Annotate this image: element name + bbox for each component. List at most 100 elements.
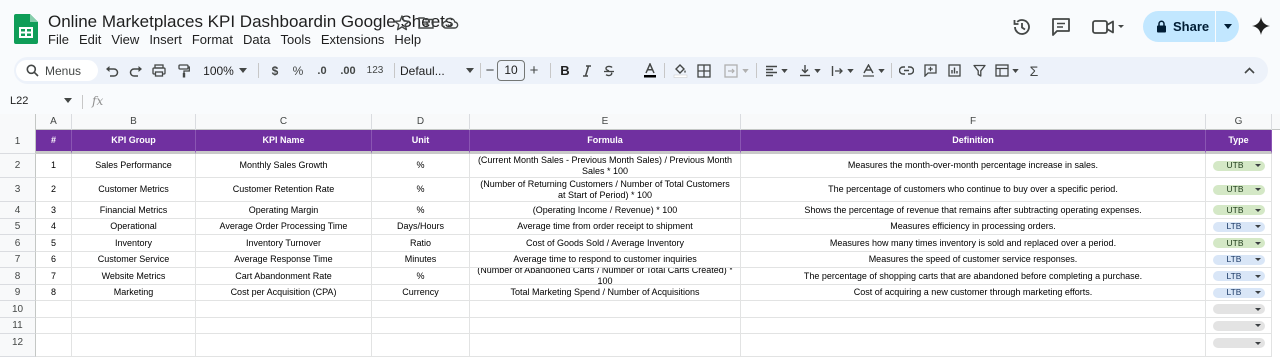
cell-kpi-name[interactable]: Cost per Acquisition (CPA) (196, 285, 372, 301)
cell-kpi-group[interactable]: Marketing (72, 285, 196, 301)
horizontal-align-button[interactable] (762, 57, 790, 84)
type-dropdown-chip[interactable]: LTB (1212, 271, 1265, 281)
header-cell-type[interactable]: Type (1206, 130, 1272, 154)
cell-kpi-group[interactable]: Financial Metrics (72, 202, 196, 219)
empty-cell[interactable] (741, 318, 1206, 334)
empty-cell[interactable] (36, 334, 72, 357)
strikethrough-button[interactable] (600, 57, 618, 84)
filter-views-button[interactable] (992, 57, 1022, 84)
cell-formula[interactable]: (Current Month Sales - Previous Month Sa… (470, 154, 741, 178)
empty-cell[interactable] (372, 334, 470, 357)
currency-format-button[interactable]: $ (266, 57, 284, 84)
cloud-saved-icon[interactable] (441, 14, 459, 32)
menu-file[interactable]: File (48, 32, 74, 48)
cell-definition[interactable]: Measures how many times inventory is sol… (741, 235, 1206, 252)
empty-cell[interactable] (72, 318, 196, 334)
type-dropdown-chip[interactable] (1212, 338, 1265, 348)
share-options-button[interactable] (1216, 11, 1239, 42)
vertical-align-button[interactable] (796, 57, 824, 84)
row-header[interactable]: 2 (0, 154, 36, 178)
type-dropdown-chip[interactable]: UTB (1212, 184, 1265, 195)
italic-button[interactable] (578, 57, 596, 84)
cell-kpi-name[interactable]: Customer Retention Rate (196, 178, 372, 202)
cell-formula[interactable]: (Number of Abandoned Carts / Number of T… (470, 268, 741, 285)
type-dropdown-chip[interactable]: UTB (1212, 160, 1265, 171)
empty-cell[interactable] (741, 334, 1206, 357)
empty-cell[interactable] (196, 301, 372, 318)
cell-kpi-group[interactable]: Inventory (72, 235, 196, 252)
cell-definition[interactable]: Measures the month-over-month percentage… (741, 154, 1206, 178)
empty-cell[interactable] (72, 301, 196, 318)
row-header[interactable]: 5 (0, 219, 36, 235)
text-color-button[interactable] (640, 57, 660, 84)
print-button[interactable] (149, 57, 169, 84)
gemini-sparkle-icon[interactable] (1251, 16, 1271, 36)
empty-cell[interactable] (470, 318, 741, 334)
row-header[interactable]: 8 (0, 268, 36, 285)
type-dropdown-chip[interactable]: UTB (1212, 205, 1265, 215)
increase-font-size-button[interactable]: + (528, 57, 540, 84)
cell-type[interactable]: LTB (1206, 219, 1272, 235)
row-header[interactable]: 12 (0, 334, 36, 357)
cell-formula[interactable]: Average time from order receipt to shipm… (470, 219, 741, 235)
cell-type[interactable]: LTB (1206, 285, 1272, 301)
type-dropdown-chip[interactable]: LTB (1212, 254, 1265, 265)
star-icon[interactable] (393, 14, 411, 32)
type-dropdown-chip[interactable]: LTB (1212, 287, 1265, 298)
row-header[interactable]: 4 (0, 202, 36, 219)
bold-button[interactable]: B (556, 57, 574, 84)
cell-kpi-group[interactable]: Customer Service (72, 252, 196, 268)
borders-button[interactable] (694, 57, 714, 84)
cell-kpi-name[interactable]: Average Response Time (196, 252, 372, 268)
undo-button[interactable] (102, 57, 122, 84)
cell-type[interactable] (1206, 301, 1272, 318)
empty-cell[interactable] (470, 334, 741, 357)
cell-definition[interactable]: Cost of acquiring a new customer through… (741, 285, 1206, 301)
cell-type[interactable]: UTB (1206, 154, 1272, 178)
cell-formula[interactable]: Total Marketing Spend / Number of Acquis… (470, 285, 741, 301)
cell-number[interactable]: 5 (36, 235, 72, 252)
empty-cell[interactable] (741, 301, 1206, 318)
insert-comment-button[interactable] (920, 57, 940, 84)
menu-edit[interactable]: Edit (74, 32, 106, 48)
cell-unit[interactable]: Minutes (372, 252, 470, 268)
cell-number[interactable]: 3 (36, 202, 72, 219)
type-dropdown-chip[interactable]: UTB (1212, 238, 1265, 248)
menu-format[interactable]: Format (187, 32, 238, 48)
row-header[interactable]: 9 (0, 285, 36, 301)
cell-type[interactable]: LTB (1206, 268, 1272, 285)
menu-view[interactable]: View (106, 32, 144, 48)
cell-formula[interactable]: Average time to respond to customer inqu… (470, 252, 741, 268)
cell-number[interactable]: 1 (36, 154, 72, 178)
fill-color-button[interactable] (670, 57, 690, 84)
empty-cell[interactable] (470, 301, 741, 318)
cell-formula[interactable]: (Operating Income / Revenue) * 100 (470, 202, 741, 219)
column-header-d[interactable]: D (372, 114, 470, 130)
cell-type[interactable]: LTB (1206, 252, 1272, 268)
empty-cell[interactable] (72, 334, 196, 357)
cell-number[interactable]: 4 (36, 219, 72, 235)
cell-definition[interactable]: Shows the percentage of revenue that rem… (741, 202, 1206, 219)
decrease-font-size-button[interactable]: − (484, 57, 496, 84)
cell-definition[interactable]: The percentage of shopping carts that ar… (741, 268, 1206, 285)
cell-type[interactable]: UTB (1206, 202, 1272, 219)
cell-kpi-name[interactable]: Monthly Sales Growth (196, 154, 372, 178)
type-dropdown-chip[interactable] (1212, 304, 1265, 314)
row-header[interactable]: 11 (0, 318, 36, 334)
insert-chart-button[interactable] (944, 57, 964, 84)
menu-extensions[interactable]: Extensions (316, 32, 390, 48)
chevron-down-icon[interactable] (64, 98, 72, 103)
sheets-logo-icon[interactable] (14, 14, 38, 44)
cell-unit[interactable]: % (372, 154, 470, 178)
column-header-g[interactable]: G (1206, 114, 1272, 130)
font-family-select[interactable]: Defaul... (400, 57, 462, 84)
cell-number[interactable]: 6 (36, 252, 72, 268)
cell-unit[interactable]: Days/Hours (372, 219, 470, 235)
cell-unit[interactable]: % (372, 202, 470, 219)
search-menus[interactable]: Menus (16, 60, 98, 81)
row-header[interactable]: 3 (0, 178, 36, 202)
comments-icon[interactable] (1049, 15, 1073, 39)
percent-format-button[interactable]: % (289, 57, 307, 84)
paint-format-button[interactable] (174, 57, 194, 84)
meet-video-icon[interactable] (1091, 15, 1127, 39)
